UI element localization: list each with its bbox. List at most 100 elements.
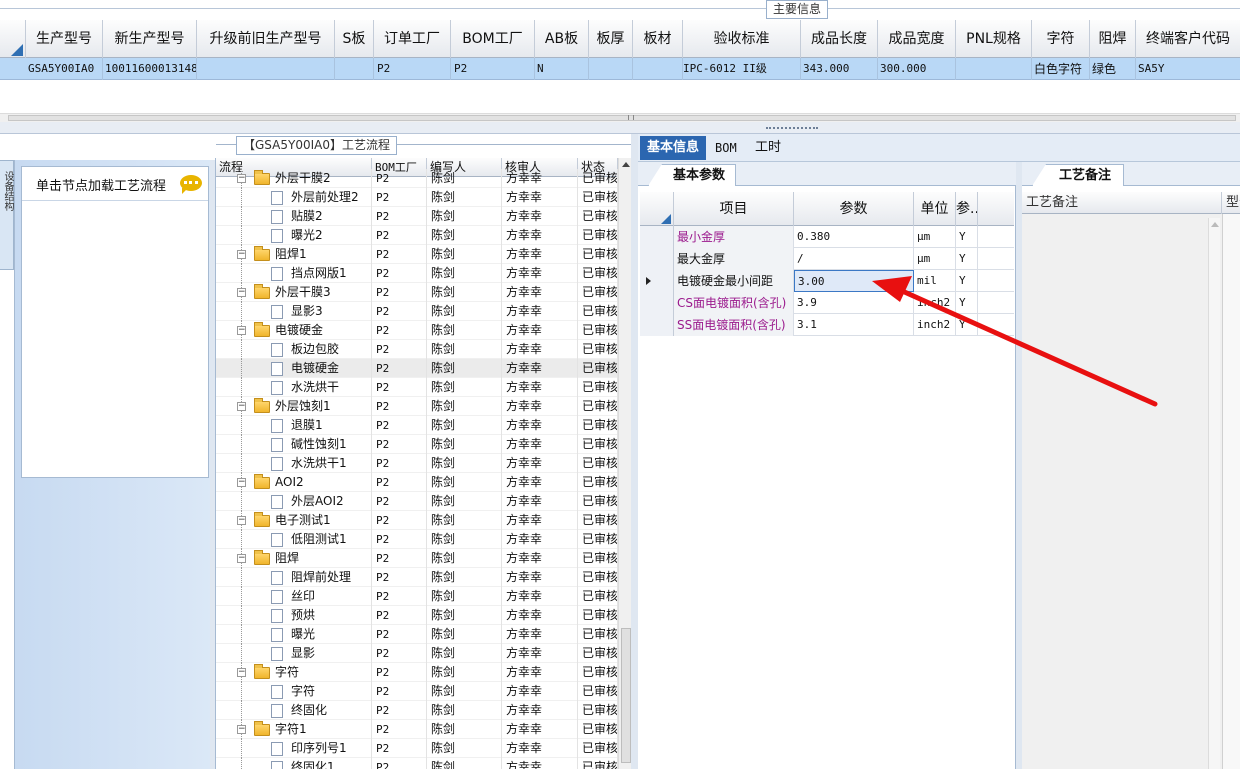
writer-cell[interactable]: 陈剑 xyxy=(427,492,502,511)
status-cell[interactable]: 已审核 xyxy=(578,682,618,701)
bom-factory-cell[interactable]: P2 xyxy=(372,663,427,682)
writer-cell[interactable]: 陈剑 xyxy=(427,739,502,758)
status-cell[interactable]: 已审核 xyxy=(578,416,618,435)
writer-cell[interactable]: 陈剑 xyxy=(427,416,502,435)
tree-row[interactable]: − 阻焊1 P2 陈剑 方幸幸 已审核 xyxy=(216,245,618,264)
flow-cell[interactable]: 挡点网版1 xyxy=(216,264,372,283)
writer-cell[interactable]: 陈剑 xyxy=(427,587,502,606)
bom-factory-cell[interactable]: P2 xyxy=(372,302,427,321)
status-cell[interactable]: 已审核 xyxy=(578,340,618,359)
row-indicator[interactable] xyxy=(640,314,674,336)
tree-row[interactable]: − AOI2 P2 陈剑 方幸幸 已审核 xyxy=(216,473,618,492)
flow-cell[interactable]: 贴膜2 xyxy=(216,207,372,226)
reviewer-cell[interactable]: 方幸幸 xyxy=(502,245,578,264)
bom-factory-cell[interactable]: P2 xyxy=(372,701,427,720)
reviewer-cell[interactable]: 方幸幸 xyxy=(502,549,578,568)
tree-row[interactable]: − 电镀硬金 P2 陈剑 方幸幸 已审核 xyxy=(216,321,618,340)
flow-cell[interactable]: − 外层干膜2 xyxy=(216,169,372,188)
tab-basic-info[interactable]: 基本信息 xyxy=(640,136,707,160)
bom-factory-cell[interactable]: P2 xyxy=(372,739,427,758)
reviewer-cell[interactable]: 方幸幸 xyxy=(502,682,578,701)
status-cell[interactable]: 已审核 xyxy=(578,549,618,568)
writer-cell[interactable]: 陈剑 xyxy=(427,226,502,245)
vertical-scrollbar[interactable] xyxy=(1208,218,1220,769)
col-header-character[interactable]: 字符 xyxy=(1032,20,1090,58)
status-cell[interactable]: 已审核 xyxy=(578,720,618,739)
tree-row[interactable]: 碱性蚀刻1 P2 陈剑 方幸幸 已审核 xyxy=(216,435,618,454)
writer-cell[interactable]: 陈剑 xyxy=(427,169,502,188)
reviewer-cell[interactable]: 方幸幸 xyxy=(502,207,578,226)
bom-factory-cell[interactable]: P2 xyxy=(372,606,427,625)
writer-cell[interactable]: 陈剑 xyxy=(427,606,502,625)
bom-factory-cell[interactable]: P2 xyxy=(372,511,427,530)
status-cell[interactable]: 已审核 xyxy=(578,492,618,511)
writer-cell[interactable]: 陈剑 xyxy=(427,283,502,302)
col-header-item[interactable]: 项目 xyxy=(674,192,794,226)
flow-cell[interactable]: 显影 xyxy=(216,644,372,663)
cell-customer-code[interactable]: SA5Y xyxy=(1136,58,1240,80)
tree-row[interactable]: 显影 P2 陈剑 方幸幸 已审核 xyxy=(216,644,618,663)
param-row[interactable]: CS面电镀面积(含孔) 3.9 inch2 Y xyxy=(640,292,1014,314)
param-value-cell[interactable]: 3.1 xyxy=(794,314,914,336)
flow-cell[interactable]: 丝印 xyxy=(216,587,372,606)
flow-cell[interactable]: 曝光2 xyxy=(216,226,372,245)
writer-cell[interactable]: 陈剑 xyxy=(427,549,502,568)
reviewer-cell[interactable]: 方幸幸 xyxy=(502,606,578,625)
col-header-bom-factory[interactable]: BOM工厂 xyxy=(451,20,535,58)
writer-cell[interactable]: 陈剑 xyxy=(427,720,502,739)
reviewer-cell[interactable]: 方幸幸 xyxy=(502,739,578,758)
cell-width[interactable]: 300.000 xyxy=(878,58,956,80)
expand-collapse-icon[interactable]: − xyxy=(237,725,246,734)
flow-cell[interactable]: − 阻焊1 xyxy=(216,245,372,264)
param-row[interactable]: 最小金厚 0.380 μm Y xyxy=(640,226,1014,248)
speech-bubble-icon[interactable] xyxy=(180,175,202,194)
reviewer-cell[interactable]: 方幸幸 xyxy=(502,359,578,378)
node-load-header[interactable]: 单击节点加载工艺流程 xyxy=(22,167,208,201)
param-flag-cell[interactable]: Y xyxy=(956,314,978,336)
status-cell[interactable]: 已审核 xyxy=(578,625,618,644)
bom-factory-cell[interactable]: P2 xyxy=(372,169,427,188)
param-unit-cell[interactable]: inch2 xyxy=(914,314,956,336)
col-header-prod-model[interactable]: 生产型号 xyxy=(26,20,103,58)
status-cell[interactable]: 已审核 xyxy=(578,302,618,321)
tree-row[interactable]: 水洗烘干1 P2 陈剑 方幸幸 已审核 xyxy=(216,454,618,473)
writer-cell[interactable]: 陈剑 xyxy=(427,397,502,416)
col-header-thickness[interactable]: 板厚 xyxy=(589,20,633,58)
cell-pnl[interactable] xyxy=(956,58,1032,80)
writer-cell[interactable]: 陈剑 xyxy=(427,473,502,492)
flow-cell[interactable]: 预烘 xyxy=(216,606,372,625)
tree-row[interactable]: 贴膜2 P2 陈剑 方幸幸 已审核 xyxy=(216,207,618,226)
flow-cell[interactable]: 终固化 xyxy=(216,701,372,720)
cell-length[interactable]: 343.000 xyxy=(801,58,878,80)
tree-row[interactable]: 水洗烘干 P2 陈剑 方幸幸 已审核 xyxy=(216,378,618,397)
status-cell[interactable]: 已审核 xyxy=(578,435,618,454)
bom-factory-cell[interactable]: P2 xyxy=(372,416,427,435)
writer-cell[interactable]: 陈剑 xyxy=(427,359,502,378)
param-row[interactable]: 电镀硬金最小间距 3.00 mil Y xyxy=(640,270,1014,292)
col-header-ab-board[interactable]: AB板 xyxy=(535,20,589,58)
grid-corner-icon[interactable] xyxy=(0,20,26,58)
bom-factory-cell[interactable]: P2 xyxy=(372,644,427,663)
tree-row[interactable]: 电镀硬金 P2 陈剑 方幸幸 已审核 xyxy=(216,359,618,378)
flow-cell[interactable]: 外层AOI2 xyxy=(216,492,372,511)
cell-thickness[interactable] xyxy=(589,58,633,80)
bom-factory-cell[interactable]: P2 xyxy=(372,264,427,283)
reviewer-cell[interactable]: 方幸幸 xyxy=(502,416,578,435)
param-unit-cell[interactable]: mil xyxy=(914,270,956,292)
reviewer-cell[interactable]: 方幸幸 xyxy=(502,758,578,769)
col-header-s-board[interactable]: S板 xyxy=(335,20,374,58)
bom-factory-cell[interactable]: P2 xyxy=(372,435,427,454)
col-header-solder-mask[interactable]: 阻焊 xyxy=(1090,20,1136,58)
status-cell[interactable]: 已审核 xyxy=(578,264,618,283)
tab-bom[interactable]: BOM xyxy=(708,136,744,160)
flow-cell[interactable]: 显影3 xyxy=(216,302,372,321)
scroll-up-icon[interactable] xyxy=(1211,222,1219,227)
param-value-cell[interactable]: 3.9 xyxy=(794,292,914,314)
flow-cell[interactable]: − 电子测试1 xyxy=(216,511,372,530)
vertical-splitter-middle[interactable] xyxy=(631,134,638,769)
tree-row[interactable]: 终固化1 P2 陈剑 方幸幸 已审核 xyxy=(216,758,618,769)
grid-corner-icon[interactable] xyxy=(640,192,674,226)
row-indicator[interactable] xyxy=(640,226,674,248)
reviewer-cell[interactable]: 方幸幸 xyxy=(502,378,578,397)
status-cell[interactable]: 已审核 xyxy=(578,188,618,207)
